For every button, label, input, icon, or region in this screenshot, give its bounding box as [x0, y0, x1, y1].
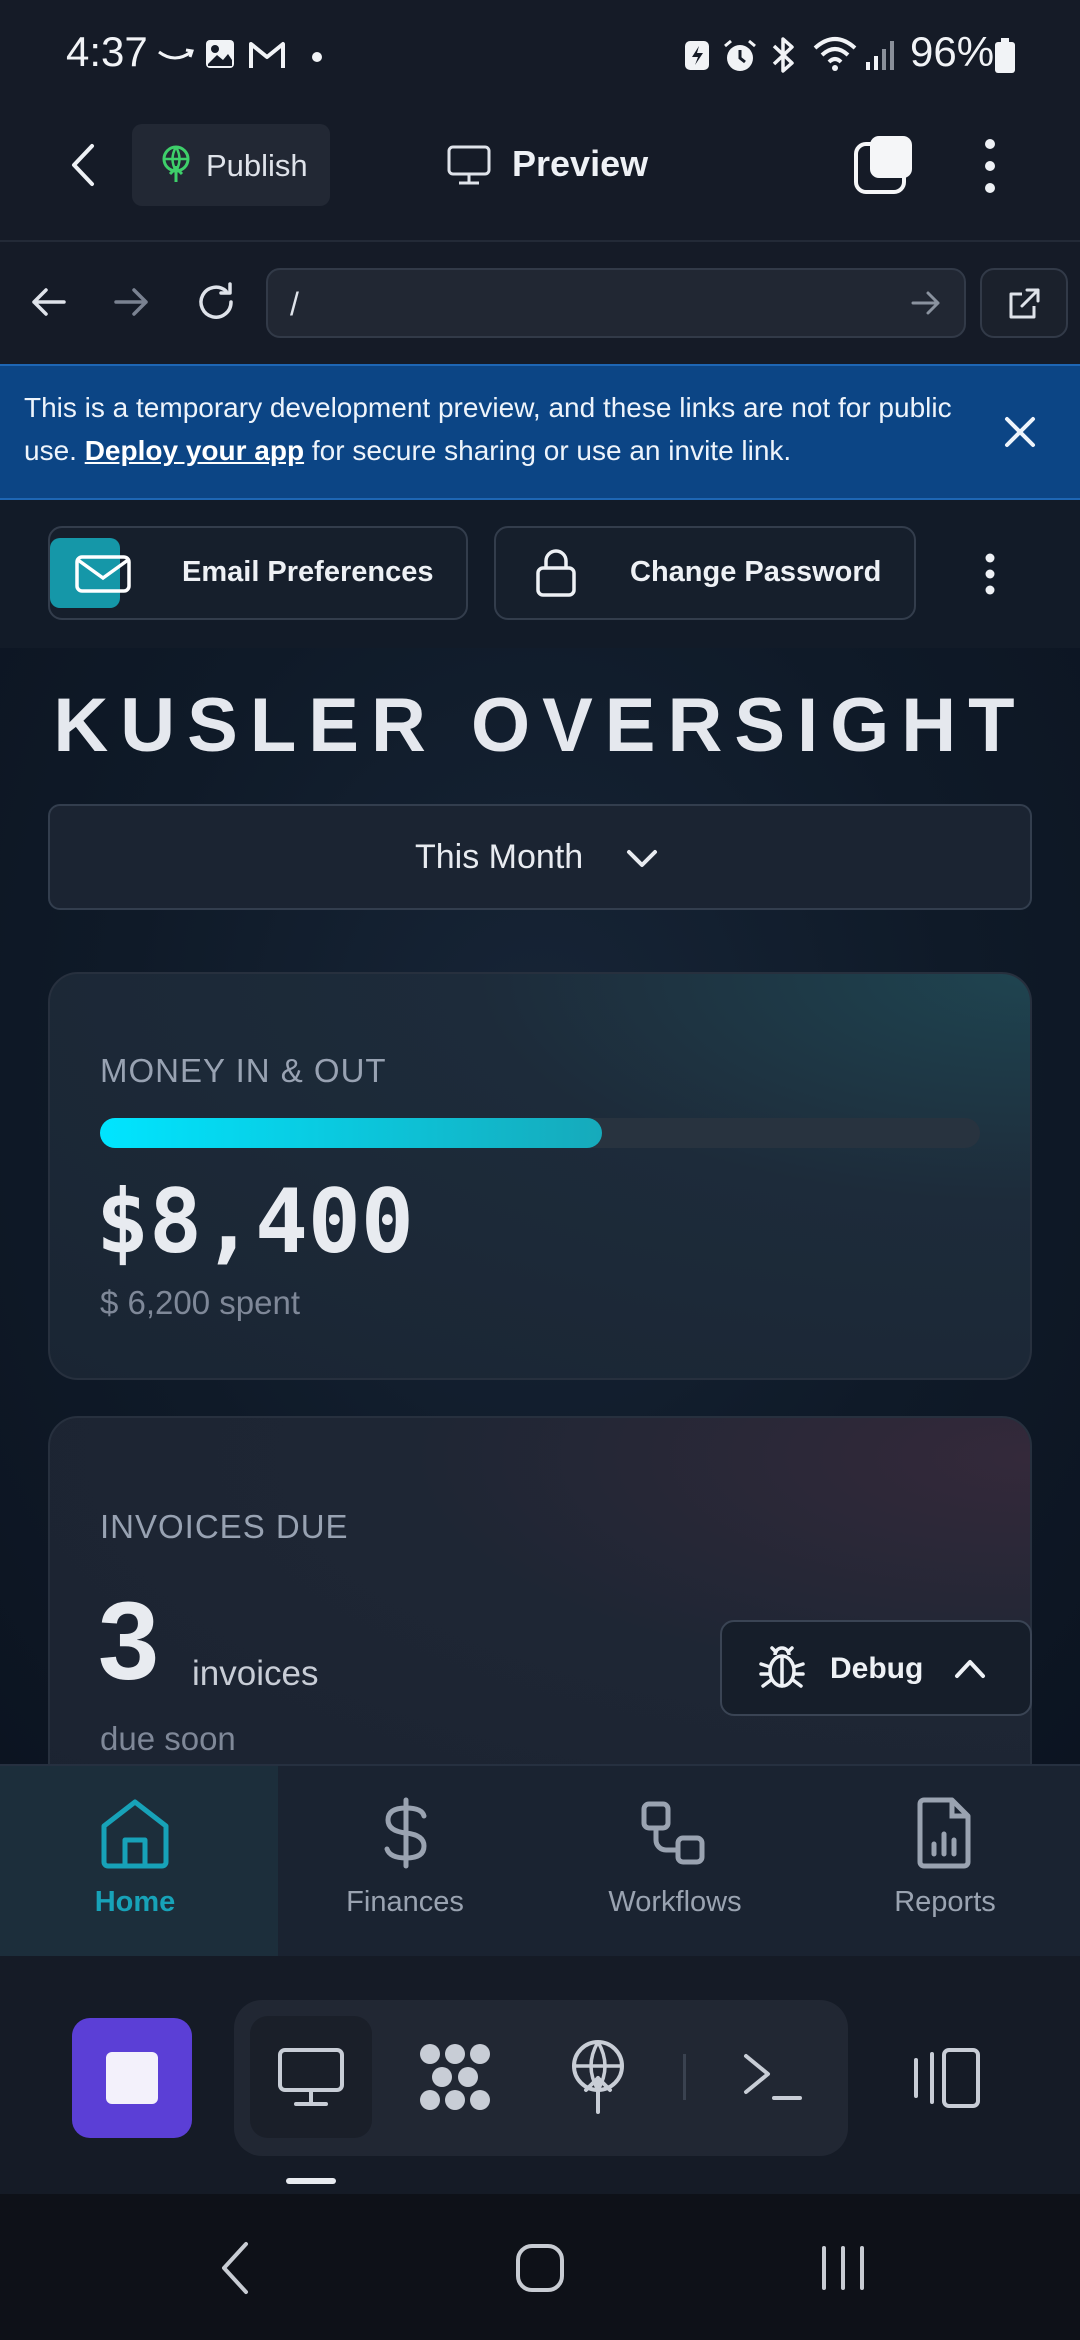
battery-saver-icon — [682, 38, 712, 72]
tabs-switcher-icon[interactable] — [852, 134, 916, 198]
bug-icon — [758, 1642, 806, 1692]
monitor-icon — [446, 144, 492, 186]
battery-icon — [994, 38, 1016, 74]
stop-icon — [106, 2052, 158, 2104]
app-title: KUSLER OVERSIGHT — [53, 683, 1027, 768]
dock-packages-icon[interactable] — [416, 2040, 494, 2114]
status-time: 4:37 — [66, 28, 148, 75]
preview-label[interactable]: Preview — [512, 143, 648, 185]
email-preferences-label: Email Preferences — [182, 556, 434, 588]
go-arrow-icon[interactable] — [910, 288, 942, 318]
invoices-due-text: due soon — [100, 1720, 236, 1757]
url-text: / — [290, 286, 299, 322]
dock-divider — [683, 2054, 686, 2100]
bluetooth-icon — [768, 36, 798, 74]
publish-label: Publish — [206, 148, 308, 183]
mail-icon — [74, 554, 132, 594]
invoices-count: 3 — [98, 1580, 160, 1703]
dock-deploy-icon[interactable] — [566, 2038, 630, 2114]
deploy-app-link[interactable]: Deploy your app — [85, 435, 304, 466]
invoices-card-label: INVOICES DUE — [100, 1508, 349, 1545]
url-field[interactable] — [266, 268, 966, 338]
money-card-label: MONEY IN & OUT — [100, 1052, 387, 1089]
gmail-icon — [248, 40, 286, 70]
tab-workflows-label[interactable]: Workflows — [540, 1886, 810, 1919]
invoices-unit: invoices — [192, 1654, 319, 1693]
money-progress-fill — [100, 1118, 602, 1148]
reload-icon[interactable] — [194, 280, 238, 324]
chevron-down-icon — [624, 846, 660, 872]
alarm-icon — [722, 38, 758, 74]
external-link-icon — [1006, 286, 1042, 322]
more-vert-icon[interactable] — [982, 136, 998, 196]
back-icon[interactable] — [62, 140, 106, 190]
chevron-up-icon — [952, 1656, 988, 1680]
banner-text-after: for secure sharing or use an invite link… — [304, 435, 792, 466]
dock-monitor-icon — [276, 2046, 346, 2108]
tab-finances-label[interactable]: Finances — [270, 1886, 540, 1919]
signal-icon — [864, 38, 898, 72]
publish-icon — [158, 144, 194, 184]
browser-forward-icon[interactable] — [112, 282, 152, 322]
toolbar-more-icon[interactable] — [982, 552, 998, 596]
battery-percent: 96% — [910, 28, 995, 75]
amazon-icon — [156, 44, 194, 68]
gallery-icon — [204, 38, 236, 70]
nav-home-icon[interactable] — [514, 2242, 566, 2294]
change-password-label: Change Password — [630, 556, 882, 588]
dock-console-icon[interactable] — [740, 2048, 804, 2104]
dock-layout-icon[interactable] — [910, 2046, 982, 2110]
money-amount: $8,400 — [96, 1170, 414, 1273]
debug-label: Debug — [830, 1652, 924, 1685]
dock-active-indicator — [286, 2178, 336, 2184]
notification-dot-icon — [312, 52, 322, 62]
workflows-icon[interactable] — [640, 1800, 706, 1866]
close-icon[interactable] — [1000, 412, 1040, 452]
tab-reports-label[interactable]: Reports — [810, 1886, 1080, 1919]
banner-text: This is a temporary development preview,… — [24, 386, 954, 472]
nav-back-icon[interactable] — [218, 2240, 252, 2296]
browser-back-icon[interactable] — [28, 282, 68, 322]
wifi-icon — [812, 36, 858, 72]
dollar-icon[interactable] — [378, 1796, 434, 1870]
nav-recents-icon[interactable] — [818, 2244, 868, 2292]
money-spent: $ 6,200 spent — [100, 1284, 300, 1321]
tab-home-label: Home — [94, 1886, 176, 1918]
home-icon — [98, 1796, 172, 1870]
period-selected-value: This Month — [415, 838, 584, 876]
lock-icon — [534, 548, 578, 598]
reports-icon[interactable] — [914, 1796, 974, 1870]
